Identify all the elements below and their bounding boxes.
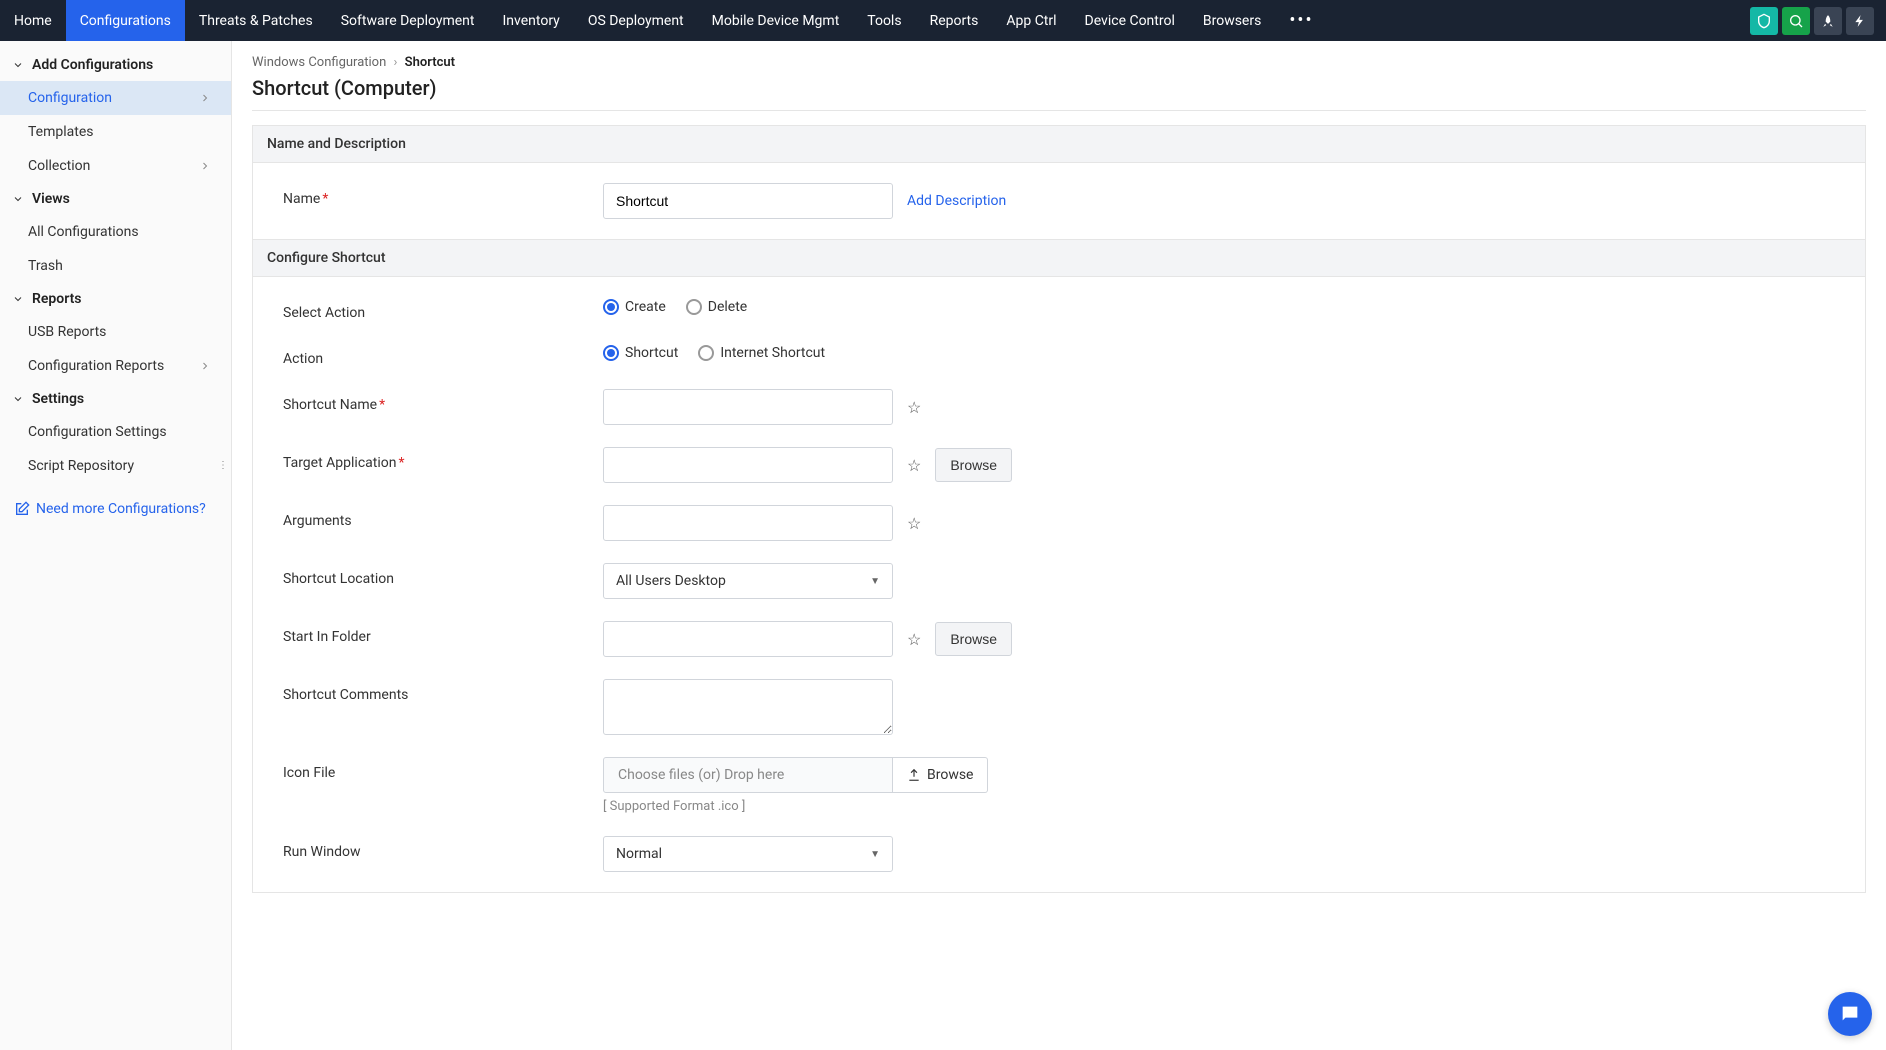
nav-home[interactable]: Home bbox=[0, 0, 66, 41]
sidebar-item-collection[interactable]: Collection bbox=[0, 149, 231, 183]
top-nav: HomeConfigurationsThreats & PatchesSoftw… bbox=[0, 0, 1886, 41]
shortcut-name-input[interactable] bbox=[603, 389, 893, 425]
comments-label: Shortcut Comments bbox=[283, 679, 603, 703]
page-title: Shortcut (Computer) bbox=[252, 76, 1866, 111]
radio-internet-shortcut[interactable]: Internet Shortcut bbox=[698, 345, 825, 361]
shortcut-location-select[interactable]: All Users Desktop ▼ bbox=[603, 563, 893, 599]
target-app-label: Target Application* bbox=[283, 447, 603, 471]
chevron-right-icon bbox=[199, 360, 211, 372]
nav-device-control[interactable]: Device Control bbox=[1071, 0, 1189, 41]
chevron-right-icon bbox=[199, 160, 211, 172]
arguments-label: Arguments bbox=[283, 505, 603, 529]
breadcrumb: Windows Configuration › Shortcut bbox=[252, 55, 1866, 70]
icon-file-label: Icon File bbox=[283, 757, 603, 781]
caret-down-icon: ▼ bbox=[870, 849, 880, 860]
sidebar-item-usb-reports[interactable]: USB Reports bbox=[0, 315, 231, 349]
star-icon[interactable]: ☆ bbox=[907, 630, 921, 649]
sidebar-section-reports[interactable]: Reports bbox=[0, 283, 231, 315]
chat-icon bbox=[1839, 1003, 1861, 1025]
nav-inventory[interactable]: Inventory bbox=[489, 0, 574, 41]
browse-startin-button[interactable]: Browse bbox=[935, 622, 1012, 656]
nav-software-deployment[interactable]: Software Deployment bbox=[327, 0, 489, 41]
breadcrumb-parent[interactable]: Windows Configuration bbox=[252, 55, 386, 70]
radio-icon bbox=[603, 345, 619, 361]
chat-fab[interactable] bbox=[1828, 992, 1872, 1036]
main-content: Windows Configuration › Shortcut Shortcu… bbox=[232, 41, 1886, 1050]
run-window-select[interactable]: Normal ▼ bbox=[603, 836, 893, 872]
radio-create[interactable]: Create bbox=[603, 299, 666, 315]
action-label: Action bbox=[283, 343, 603, 367]
run-window-label: Run Window bbox=[283, 836, 603, 860]
radio-delete[interactable]: Delete bbox=[686, 299, 747, 315]
nav-tools[interactable]: Tools bbox=[853, 0, 915, 41]
radio-icon bbox=[603, 299, 619, 315]
shortcut-location-label: Shortcut Location bbox=[283, 563, 603, 587]
nav-reports[interactable]: Reports bbox=[916, 0, 993, 41]
search-icon[interactable] bbox=[1782, 7, 1810, 35]
nav-app-ctrl[interactable]: App Ctrl bbox=[992, 0, 1070, 41]
need-more-link[interactable]: Need more Configurations? bbox=[0, 491, 231, 527]
bolt-icon[interactable] bbox=[1846, 7, 1874, 35]
name-input[interactable] bbox=[603, 183, 893, 219]
chevron-right-icon bbox=[199, 92, 211, 104]
sidebar-item-templates[interactable]: Templates bbox=[0, 115, 231, 149]
nav-more[interactable]: ••• bbox=[1275, 0, 1327, 41]
chevron-down-icon bbox=[12, 193, 24, 205]
star-icon[interactable]: ☆ bbox=[907, 398, 921, 417]
edit-icon bbox=[14, 501, 30, 517]
sidebar: Add ConfigurationsConfigurationTemplates… bbox=[0, 41, 232, 1050]
name-label: Name* bbox=[283, 183, 603, 207]
sidebar-section-views[interactable]: Views bbox=[0, 183, 231, 215]
icon-file-browse-button[interactable]: Browse bbox=[893, 757, 988, 793]
target-app-input[interactable] bbox=[603, 447, 893, 483]
nav-os-deployment[interactable]: OS Deployment bbox=[574, 0, 698, 41]
radio-shortcut[interactable]: Shortcut bbox=[603, 345, 678, 361]
shortcut-name-label: Shortcut Name* bbox=[283, 389, 603, 413]
caret-down-icon: ▼ bbox=[870, 576, 880, 587]
chevron-right-icon: › bbox=[394, 55, 398, 70]
sidebar-item-all-configurations[interactable]: All Configurations bbox=[0, 215, 231, 249]
sidebar-collapse-handle[interactable]: ⋮⋮ bbox=[224, 453, 232, 477]
chevron-down-icon bbox=[12, 59, 24, 71]
nav-threats-patches[interactable]: Threats & Patches bbox=[185, 0, 327, 41]
upload-icon bbox=[907, 768, 921, 782]
chevron-down-icon bbox=[12, 393, 24, 405]
radio-icon bbox=[686, 299, 702, 315]
shield-icon[interactable] bbox=[1750, 7, 1778, 35]
chevron-down-icon bbox=[12, 293, 24, 305]
panel-header: Name and Description bbox=[253, 126, 1865, 163]
arguments-input[interactable] bbox=[603, 505, 893, 541]
star-icon[interactable]: ☆ bbox=[907, 456, 921, 475]
sidebar-section-add-configurations[interactable]: Add Configurations bbox=[0, 49, 231, 81]
start-in-input[interactable] bbox=[603, 621, 893, 657]
rocket-icon[interactable] bbox=[1814, 7, 1842, 35]
need-more-label: Need more Configurations? bbox=[36, 501, 206, 517]
add-description-link[interactable]: Add Description bbox=[907, 193, 1006, 209]
icon-file-hint: [ Supported Format .ico ] bbox=[603, 799, 745, 814]
sidebar-item-configuration[interactable]: Configuration bbox=[0, 81, 231, 115]
sidebar-item-configuration-settings[interactable]: Configuration Settings bbox=[0, 415, 231, 449]
select-action-label: Select Action bbox=[283, 297, 603, 321]
sidebar-item-trash[interactable]: Trash bbox=[0, 249, 231, 283]
start-in-label: Start In Folder bbox=[283, 621, 603, 645]
panel-name-description: Name and Description Name* Add Descripti… bbox=[252, 125, 1866, 240]
nav-browsers[interactable]: Browsers bbox=[1189, 0, 1275, 41]
browse-target-button[interactable]: Browse bbox=[935, 448, 1012, 482]
radio-icon bbox=[698, 345, 714, 361]
panel-configure-shortcut: Configure Shortcut Select Action Create bbox=[252, 240, 1866, 893]
sidebar-item-script-repository[interactable]: Script Repository bbox=[0, 449, 231, 483]
comments-textarea[interactable] bbox=[603, 679, 893, 735]
star-icon[interactable]: ☆ bbox=[907, 514, 921, 533]
breadcrumb-current: Shortcut bbox=[405, 55, 455, 70]
nav-mobile-device-mgmt[interactable]: Mobile Device Mgmt bbox=[698, 0, 854, 41]
sidebar-item-configuration-reports[interactable]: Configuration Reports bbox=[0, 349, 231, 383]
nav-configurations[interactable]: Configurations bbox=[66, 0, 185, 41]
panel-header: Configure Shortcut bbox=[253, 240, 1865, 277]
icon-file-dropzone[interactable]: Choose files (or) Drop here bbox=[603, 757, 893, 793]
sidebar-section-settings[interactable]: Settings bbox=[0, 383, 231, 415]
